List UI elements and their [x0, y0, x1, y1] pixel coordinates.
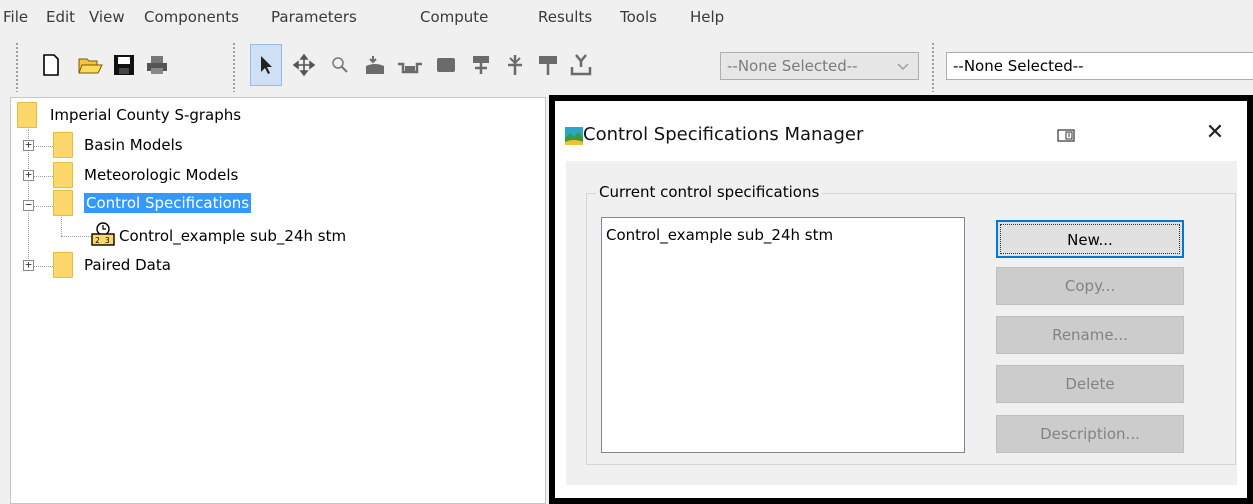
menu-bar: File Edit View Components Parameters Com… [0, 0, 1253, 34]
menu-tools[interactable]: Tools [620, 8, 657, 26]
folder-icon [53, 252, 73, 278]
junction-tool-icon[interactable] [468, 52, 494, 78]
tree-item-label: Meteorologic Models [84, 166, 239, 184]
menu-compute[interactable]: Compute [420, 8, 488, 26]
menu-results[interactable]: Results [538, 8, 592, 26]
tree-connector [61, 236, 91, 237]
list-item[interactable]: Control_example sub_24h stm [606, 226, 833, 244]
element-select-dropdown[interactable]: --None Selected-- [720, 52, 919, 80]
open-folder-icon[interactable] [78, 52, 104, 78]
menu-view[interactable]: View [89, 8, 125, 26]
select-arrow-icon[interactable] [250, 44, 282, 86]
menu-help[interactable]: Help [690, 8, 724, 26]
svg-text:2: 2 [95, 236, 100, 245]
delete-button-label: Delete [1065, 375, 1115, 393]
menu-parameters[interactable]: Parameters [271, 8, 357, 26]
tree-item-meteorologic-models[interactable]: Meteorologic Models [53, 162, 240, 188]
folder-icon [17, 102, 37, 128]
tree-connector [33, 206, 53, 207]
tree-connector [33, 266, 53, 267]
svg-text:3: 3 [105, 236, 110, 245]
folder-icon [53, 132, 73, 158]
dialog-title: Control Specifications Manager [583, 124, 864, 145]
model-select-dropdown[interactable]: --None Selected-- [946, 52, 1253, 80]
toolbar-grip[interactable] [232, 42, 236, 92]
menu-components[interactable]: Components [144, 8, 239, 26]
tree-item-control-example[interactable]: 2 3 Control_example sub_24h stm [91, 222, 348, 250]
save-icon[interactable] [111, 52, 137, 78]
pan-move-icon[interactable] [291, 52, 317, 78]
reservoir-tool-icon[interactable] [433, 52, 459, 78]
new-file-icon[interactable] [38, 52, 64, 78]
tree-connector [33, 176, 53, 177]
app-icon [564, 126, 584, 146]
new-button[interactable]: New... [996, 220, 1184, 258]
diversion-tool-icon[interactable] [502, 52, 528, 78]
toolbar-grip[interactable] [931, 42, 935, 92]
expand-icon[interactable]: + [23, 259, 34, 271]
tree-item-label: Control Specifications [84, 193, 252, 213]
chevron-down-icon [896, 56, 912, 76]
tree-item-label: Control_example sub_24h stm [119, 227, 347, 245]
tree-item-label: Paired Data [84, 256, 171, 274]
group-label: Current control specifications [596, 183, 823, 201]
folder-icon [53, 162, 73, 188]
subbasin-tool-icon[interactable] [362, 52, 388, 78]
tree-item-label: Basin Models [84, 136, 183, 154]
collapse-icon[interactable]: − [23, 199, 34, 211]
tree-root-label: Imperial County S-graphs [50, 106, 242, 124]
copy-button-label: Copy... [1064, 277, 1116, 295]
menu-file[interactable]: File [3, 8, 28, 26]
expand-icon[interactable]: + [23, 169, 34, 181]
element-select-value: --None Selected-- [727, 57, 858, 75]
menu-edit[interactable]: Edit [46, 8, 75, 26]
reach-tool-icon[interactable] [397, 52, 423, 78]
tree-item-paired-data[interactable]: Paired Data [53, 252, 173, 278]
model-select-value: --None Selected-- [953, 57, 1084, 75]
watershed-explorer [10, 97, 546, 504]
rename-button-label: Rename... [1052, 326, 1128, 344]
print-icon[interactable] [144, 52, 170, 78]
focus-ring [1000, 224, 1180, 254]
toolbar: --None Selected-- --None Selected-- [0, 34, 1253, 94]
restore-window-icon[interactable] [1057, 128, 1075, 142]
rename-button[interactable]: Rename... [996, 316, 1184, 354]
description-button[interactable]: Description... [996, 415, 1184, 453]
tree-item-basin-models[interactable]: Basin Models [53, 132, 185, 158]
source-tool-icon[interactable] [535, 52, 561, 78]
toolbar-grip[interactable] [15, 42, 19, 92]
description-button-label: Description... [1040, 425, 1140, 443]
delete-button[interactable]: Delete [996, 365, 1184, 403]
tree-item-control-specifications[interactable]: Control Specifications [53, 190, 252, 216]
tree-root[interactable]: Imperial County S-graphs [17, 102, 243, 128]
folder-icon [53, 190, 73, 216]
control-specs-list[interactable]: Control_example sub_24h stm [601, 217, 965, 453]
zoom-icon[interactable] [327, 52, 353, 78]
sink-tool-icon[interactable] [568, 52, 594, 78]
close-icon[interactable]: ✕ [1200, 118, 1230, 148]
tree-connector [33, 146, 53, 147]
expand-icon[interactable]: + [23, 139, 34, 151]
copy-button[interactable]: Copy... [996, 267, 1184, 305]
control-spec-icon: 2 3 [91, 222, 115, 250]
